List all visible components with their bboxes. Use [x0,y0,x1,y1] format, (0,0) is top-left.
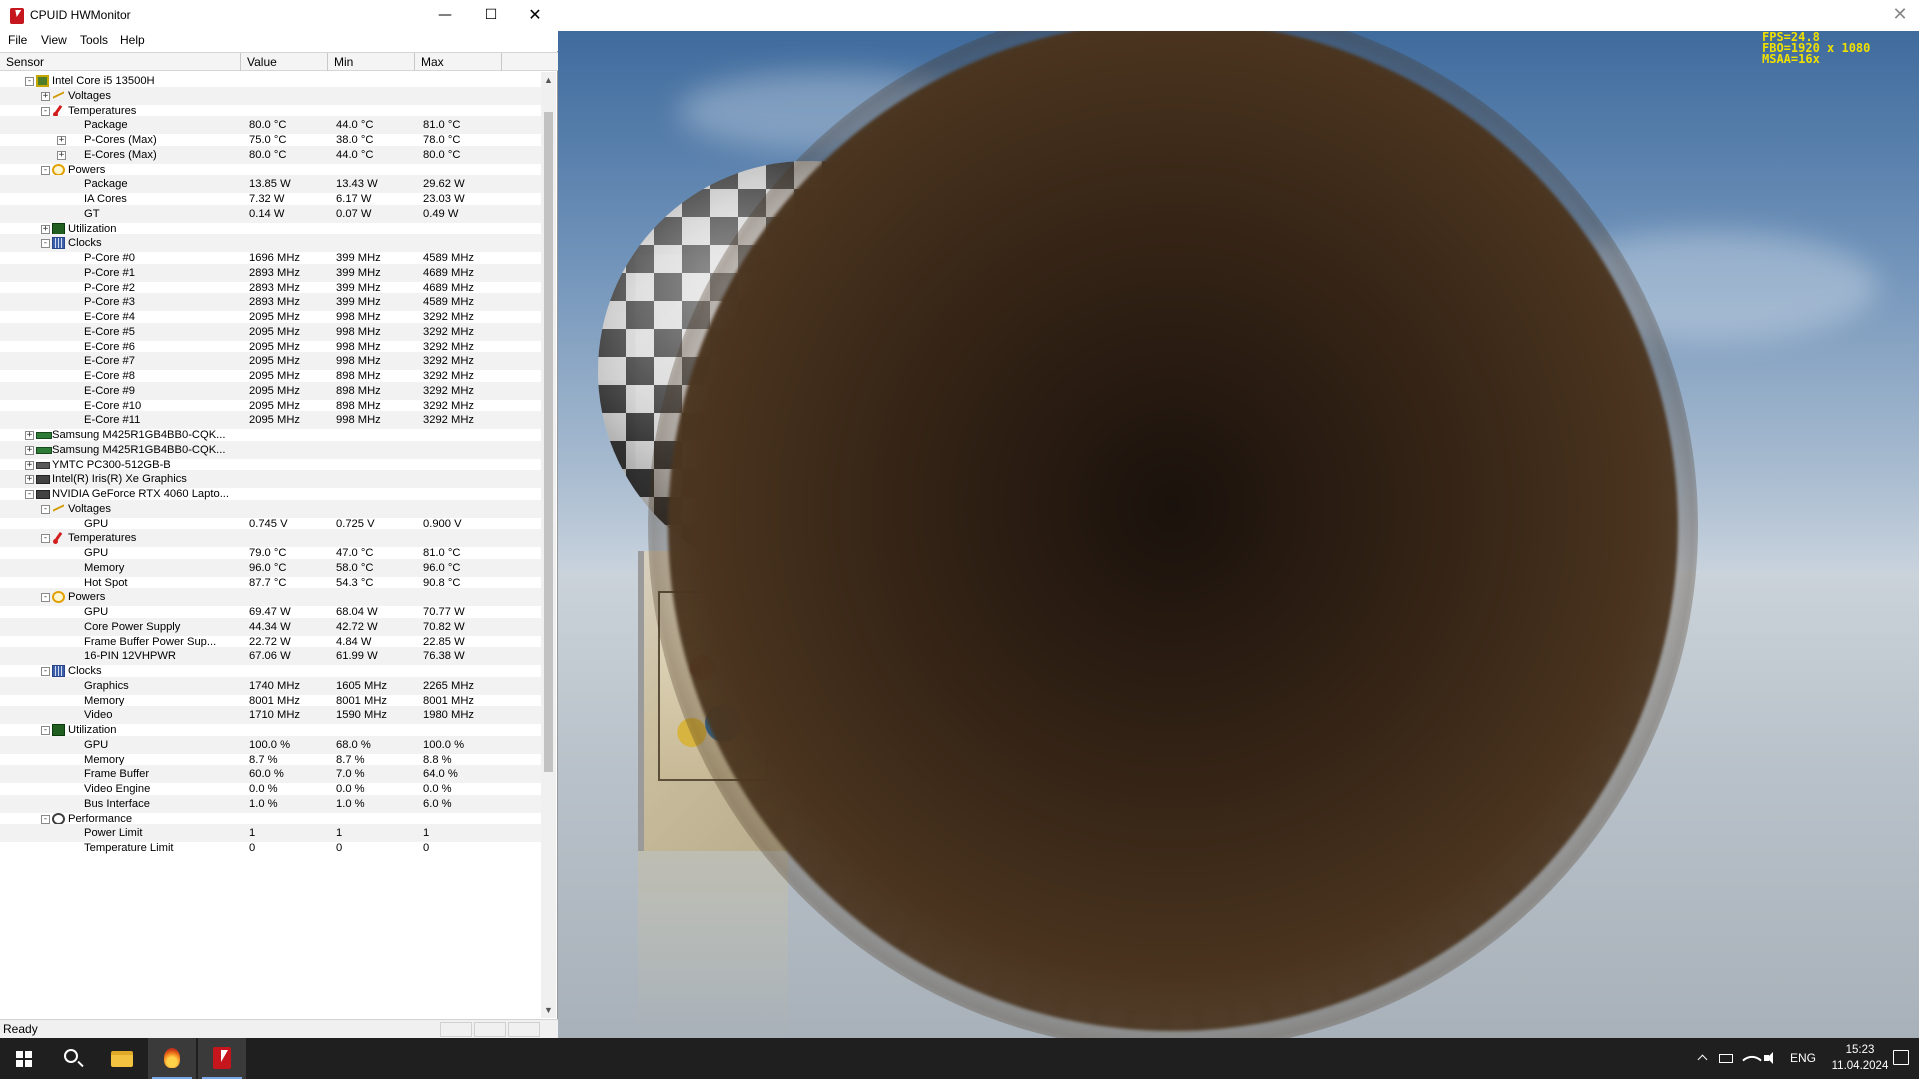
chevron-up-icon[interactable] [1695,1051,1711,1065]
collapse-icon[interactable]: - [25,77,34,86]
menu-view[interactable]: View [41,33,67,47]
ram-icon [36,432,52,439]
column-max[interactable]: Max [415,53,502,71]
clock-date: 11.04.2024 [1831,1060,1889,1072]
hwmonitor-icon [213,1047,231,1069]
column-value[interactable]: Value [241,53,328,71]
expand-icon[interactable]: + [57,150,66,160]
taskbar: ENG 15:23 11.04.2024 [0,1038,1919,1079]
menu-help[interactable]: Help [120,33,145,47]
hwmonitor-titlebar[interactable]: CPUID HWMonitor — ☐ ✕ [0,0,558,31]
sensor-max: 0 [423,842,430,854]
gpu-icon [36,475,50,485]
status-pane [474,1022,506,1037]
sensor-label: Temperature Limit [84,842,174,854]
status-text: Ready [3,1022,38,1036]
hwmonitor-taskbar-button[interactable] [198,1038,246,1079]
render-window-titlebar[interactable]: ✕ [558,0,1919,31]
scroll-thumb[interactable] [544,112,553,772]
column-header: Sensor Value Min Max [0,52,558,71]
expand-icon[interactable]: + [57,136,66,145]
util-icon [52,222,65,235]
file-explorer-button[interactable] [98,1038,146,1079]
temp-icon [52,532,65,545]
collapse-icon[interactable]: - [41,239,50,249]
search-button[interactable] [48,1038,96,1079]
maximize-button[interactable]: ☐ [468,0,514,30]
perf-icon [52,812,65,825]
battery-icon[interactable] [1719,1054,1733,1063]
util-icon [52,724,65,736]
furmark-taskbar-button[interactable] [148,1038,196,1079]
expand-icon[interactable]: + [25,475,34,485]
status-bar: Ready [0,1019,558,1038]
scroll-up-arrow-icon[interactable]: ▲ [541,72,556,88]
speaker-icon[interactable] [1763,1051,1779,1065]
sensor-value: 0 [249,842,256,854]
cpu-icon [36,75,49,87]
collapse-icon[interactable]: - [41,814,50,824]
folder-icon [111,1051,133,1067]
menu-file[interactable]: File [8,33,27,47]
render-close-button[interactable]: ✕ [1889,4,1911,26]
ram-icon [36,446,52,454]
windows-logo-icon [16,1051,32,1067]
expand-icon[interactable]: + [41,224,50,234]
sensor-tree[interactable]: - Intel Core i5 13500H + Voltages - Temperatu… [0,72,541,1018]
render-window[interactable]: ✕ FPS=24.8 FBO=1920 x 1080 MSAA=16x [558,0,1919,1038]
flame-icon [164,1048,180,1068]
volt-icon [52,90,65,102]
disk-icon [36,461,50,469]
column-min[interactable]: Min [328,53,415,71]
notification-icon[interactable] [1893,1050,1909,1065]
sensor-min: 0 [336,842,343,854]
clock[interactable]: 15:23 11.04.2024 [1829,1042,1891,1074]
fur-ball [668,31,1678,1031]
hwmonitor-app-icon [10,8,24,24]
column-sensor[interactable]: Sensor [0,53,241,71]
language-indicator[interactable]: ENG [1790,1051,1816,1065]
vertical-scrollbar[interactable]: ▲ ▼ [541,72,556,1018]
collapse-icon[interactable]: - [41,504,50,514]
collapse-icon[interactable]: - [41,593,50,603]
clock-icon [52,237,65,250]
collapse-icon[interactable]: - [41,534,50,544]
minimize-button[interactable]: — [422,0,468,30]
temp-icon [52,105,65,117]
power-icon [52,163,65,176]
power-icon [52,591,65,604]
search-icon [64,1049,78,1063]
menu-bar: File View Tools Help [0,31,558,51]
clock-time: 15:23 [1845,1044,1875,1056]
collapse-icon[interactable]: - [41,667,50,676]
expand-icon[interactable]: + [41,91,50,101]
window-title: CPUID HWMonitor [30,8,131,22]
clock-icon [52,665,65,677]
wifi-icon[interactable] [1743,1051,1759,1065]
menu-tools[interactable]: Tools [80,33,108,47]
msaa-readout: MSAA=16x [1762,52,1820,66]
status-pane [508,1022,540,1037]
collapse-icon[interactable]: - [25,490,34,499]
expand-icon[interactable]: + [25,460,34,470]
collapse-icon[interactable]: - [41,106,50,116]
expand-icon[interactable]: + [25,445,34,455]
poster-reflection [638,851,788,1038]
collapse-icon[interactable]: - [41,726,50,735]
fps-overlay: FPS=24.8 FBO=1920 x 1080 MSAA=16x [1762,31,1870,66]
scroll-down-arrow-icon[interactable]: ▼ [541,1002,556,1018]
expand-icon[interactable]: + [25,431,34,440]
render-viewport [558,31,1919,1038]
table-row[interactable]: Temperature Limit 0 0 0 [0,839,541,857]
gpu-icon [36,490,50,499]
collapse-icon[interactable]: - [41,165,50,175]
hwmonitor-window[interactable]: CPUID HWMonitor — ☐ ✕ File View Tools He… [0,0,558,1038]
volt-icon [52,503,65,515]
close-button[interactable]: ✕ [512,0,558,30]
status-pane [440,1022,472,1037]
start-button[interactable] [0,1038,48,1079]
